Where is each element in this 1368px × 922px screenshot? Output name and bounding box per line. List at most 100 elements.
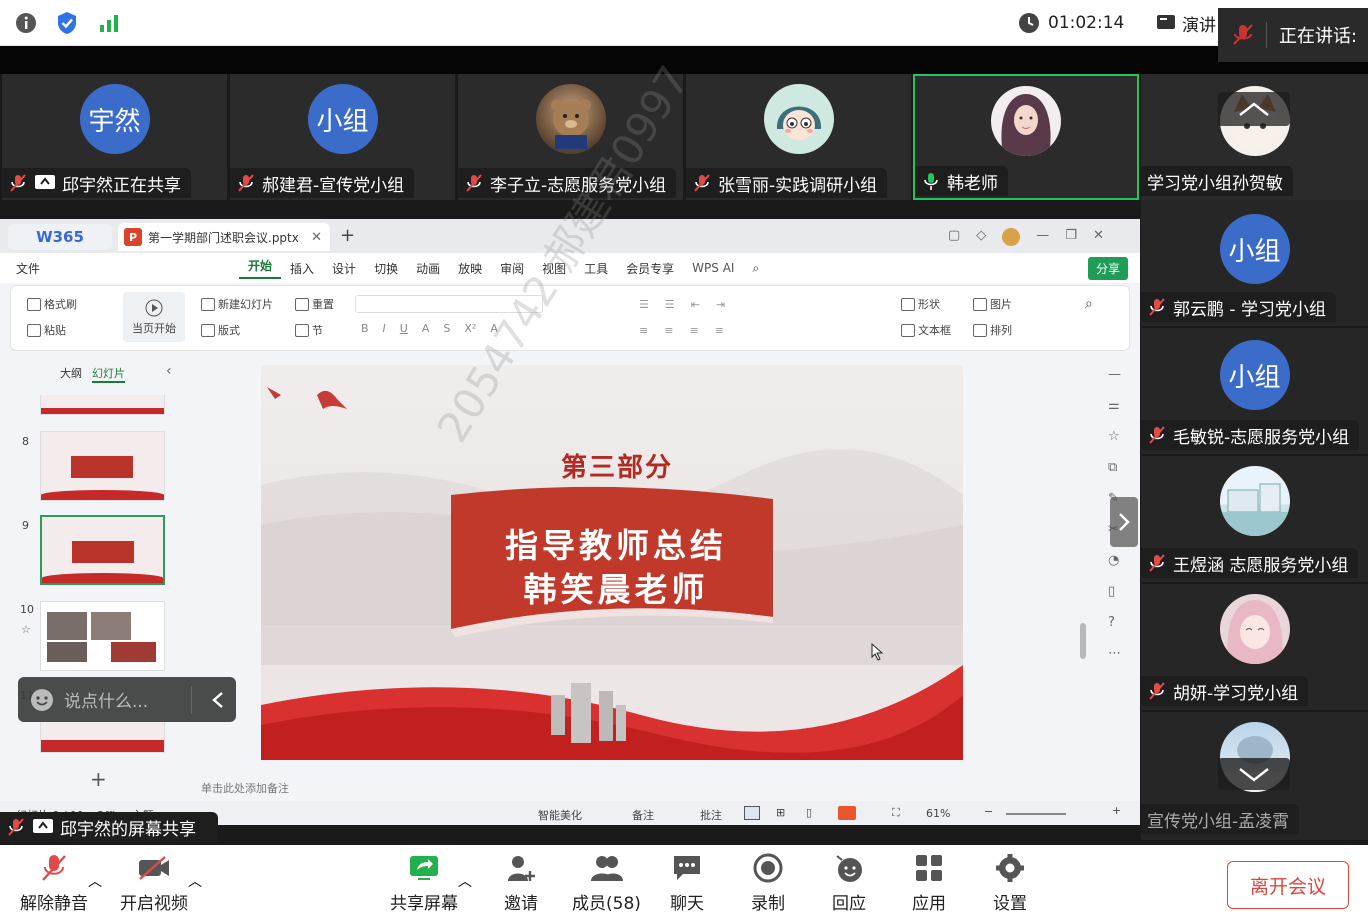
window-layout-icon[interactable]: ▢ bbox=[948, 228, 960, 246]
format-painter-button[interactable]: 格式刷 bbox=[27, 296, 77, 312]
participant-tile[interactable]: 小组 郭云鹏 - 学习党小组 bbox=[1141, 200, 1368, 326]
participant-tile[interactable]: 宣传党小组-孟凌霄 bbox=[1141, 712, 1368, 840]
close-tab-icon[interactable]: ✕ bbox=[311, 230, 322, 245]
underline-icon[interactable]: U bbox=[400, 322, 408, 335]
close-window-icon[interactable]: ✕ bbox=[1093, 228, 1104, 246]
beautify-button[interactable]: 智能美化 bbox=[538, 807, 582, 823]
participant-tile[interactable]: 张雪丽-实践调研小组 bbox=[686, 74, 911, 200]
section-button[interactable]: 节 bbox=[295, 322, 323, 338]
participant-tile[interactable]: 小组 郝建君-宣传党小组 bbox=[230, 74, 455, 200]
menu-wps-ai[interactable]: WPS AI bbox=[683, 261, 743, 275]
layout-button[interactable]: 版式 bbox=[201, 322, 240, 338]
outline-tab[interactable]: 大纲 bbox=[60, 365, 82, 381]
font-family-select[interactable] bbox=[355, 295, 543, 313]
current-slide[interactable]: 第三部分 指导教师总结 韩笑晨老师 bbox=[261, 365, 963, 760]
next-page-button[interactable] bbox=[1110, 497, 1138, 547]
members-button[interactable]: 成员(58) bbox=[572, 853, 641, 914]
zoom-level[interactable]: 61% bbox=[926, 807, 950, 820]
minimize-icon[interactable]: — bbox=[1036, 228, 1049, 246]
numbered-list-icon[interactable]: ☰ bbox=[665, 298, 675, 311]
add-slide-plus-icon[interactable]: + bbox=[90, 767, 107, 791]
slide-thumbnail[interactable] bbox=[40, 395, 165, 415]
share-options-chevron-icon[interactable]: ︿ bbox=[458, 871, 472, 891]
superscript-icon[interactable]: X² bbox=[464, 322, 476, 335]
comment-button[interactable]: 批注 bbox=[700, 807, 722, 823]
invite-button[interactable]: 邀请 bbox=[504, 853, 538, 914]
menu-member[interactable]: 会员专享 bbox=[617, 260, 683, 277]
settings-button[interactable]: 设置 bbox=[993, 853, 1027, 914]
more-icon[interactable]: ⋯ bbox=[1108, 646, 1121, 661]
menu-insert[interactable]: 插入 bbox=[281, 260, 323, 277]
wps-home-tab[interactable]: W365 bbox=[8, 224, 112, 250]
picture-button[interactable]: 图片 bbox=[973, 296, 1012, 312]
zoom-slider[interactable] bbox=[1006, 813, 1066, 815]
video-options-chevron-icon[interactable]: ︿ bbox=[188, 871, 202, 891]
unmute-button[interactable]: 解除静音 bbox=[20, 853, 88, 914]
strikethrough-icon[interactable]: A bbox=[422, 322, 430, 335]
minus-icon[interactable]: — bbox=[1108, 367, 1121, 382]
search-icon[interactable]: ⌕ bbox=[743, 261, 768, 276]
new-tab-plus-icon[interactable]: + bbox=[340, 225, 355, 246]
menu-view[interactable]: 视图 bbox=[533, 260, 575, 277]
security-shield-icon[interactable] bbox=[54, 10, 80, 36]
slide-thumbnail[interactable] bbox=[40, 431, 165, 501]
emoji-icon[interactable] bbox=[30, 688, 54, 712]
justify-icon[interactable]: ≡ bbox=[715, 324, 724, 337]
find-icon[interactable]: ⌕ bbox=[1085, 296, 1093, 312]
menu-transition[interactable]: 切换 bbox=[365, 260, 407, 277]
italic-icon[interactable]: I bbox=[383, 322, 386, 335]
indent-increase-icon[interactable]: ⇥ bbox=[716, 298, 725, 311]
zoom-out-icon[interactable]: − bbox=[984, 805, 993, 818]
scroll-down-button[interactable] bbox=[1218, 758, 1290, 790]
participant-tile[interactable]: 学习党小组孙贺敏 bbox=[1141, 74, 1368, 200]
share-screen-button[interactable]: 共享屏幕 bbox=[390, 853, 458, 914]
bullet-list-icon[interactable]: ☰ bbox=[639, 298, 649, 311]
apps-button[interactable]: 应用 bbox=[912, 853, 946, 914]
bold-icon[interactable]: B bbox=[361, 322, 369, 335]
chat-button[interactable]: 聊天 bbox=[670, 853, 704, 914]
document-tab[interactable]: P 第一学期部门述职会议.pptx ✕ bbox=[118, 223, 330, 251]
reactions-button[interactable]: 回应 bbox=[832, 853, 866, 914]
book-icon[interactable]: ▯ bbox=[1108, 584, 1121, 599]
user-avatar-icon[interactable] bbox=[1002, 228, 1021, 246]
participant-tile[interactable]: 李子立-志愿服务党小组 bbox=[458, 74, 683, 200]
cube-icon[interactable]: ◇ bbox=[976, 228, 986, 246]
copy-icon[interactable]: ⧉ bbox=[1108, 460, 1121, 475]
zoom-in-icon[interactable]: + bbox=[1112, 804, 1121, 817]
menu-file[interactable]: 文件 bbox=[0, 260, 49, 277]
notes-toggle-button[interactable]: 备注 bbox=[632, 807, 654, 823]
participant-tile[interactable]: 胡妍-学习党小组 bbox=[1141, 584, 1368, 710]
paste-button[interactable]: 粘贴 bbox=[27, 322, 66, 338]
slide-thumbnail[interactable] bbox=[40, 721, 165, 753]
grid-view-icon[interactable]: ⊞ bbox=[776, 806, 785, 819]
help-icon[interactable]: ? bbox=[1108, 615, 1121, 630]
leave-meeting-button[interactable]: 离开会议 bbox=[1227, 861, 1349, 909]
collapse-panel-icon[interactable]: ‹ bbox=[166, 363, 172, 379]
start-video-button[interactable]: 开启视频 bbox=[120, 853, 188, 914]
slides-tab[interactable]: 幻灯片 bbox=[92, 365, 125, 383]
star-icon[interactable]: ☆ bbox=[1108, 429, 1121, 444]
menu-design[interactable]: 设计 bbox=[323, 260, 365, 277]
align-right-icon[interactable]: ≡ bbox=[689, 324, 698, 337]
align-left-icon[interactable]: ≡ bbox=[639, 324, 648, 337]
share-document-button[interactable]: 分享 bbox=[1087, 256, 1128, 280]
scroll-up-button[interactable] bbox=[1218, 92, 1290, 126]
textbox-button[interactable]: 文本框 bbox=[901, 322, 951, 338]
slide-thumbnail[interactable] bbox=[40, 601, 165, 671]
maximize-icon[interactable]: ❐ bbox=[1065, 228, 1077, 246]
collapse-chat-icon[interactable] bbox=[202, 688, 236, 712]
menu-slideshow[interactable]: 放映 bbox=[449, 260, 491, 277]
menu-tools[interactable]: 工具 bbox=[575, 260, 617, 277]
settings-sliders-icon[interactable]: ⚌ bbox=[1108, 398, 1121, 413]
info-icon[interactable] bbox=[13, 10, 39, 36]
participant-tile-active-speaker[interactable]: 韩老师 bbox=[913, 74, 1139, 200]
slideshow-play-icon[interactable] bbox=[838, 806, 856, 820]
normal-view-icon[interactable] bbox=[744, 806, 760, 820]
menu-home[interactable]: 开始 bbox=[239, 257, 282, 279]
shadow-icon[interactable]: S bbox=[443, 322, 450, 335]
reading-view-icon[interactable]: ▯ bbox=[806, 806, 812, 819]
participant-tile[interactable]: 王煜涵 志愿服务党小组 bbox=[1141, 456, 1368, 582]
record-button[interactable]: 录制 bbox=[751, 853, 785, 914]
audio-options-chevron-icon[interactable]: ︿ bbox=[88, 871, 102, 891]
participant-tile[interactable]: 小组 毛敏锐-志愿服务党小组 bbox=[1141, 328, 1368, 454]
